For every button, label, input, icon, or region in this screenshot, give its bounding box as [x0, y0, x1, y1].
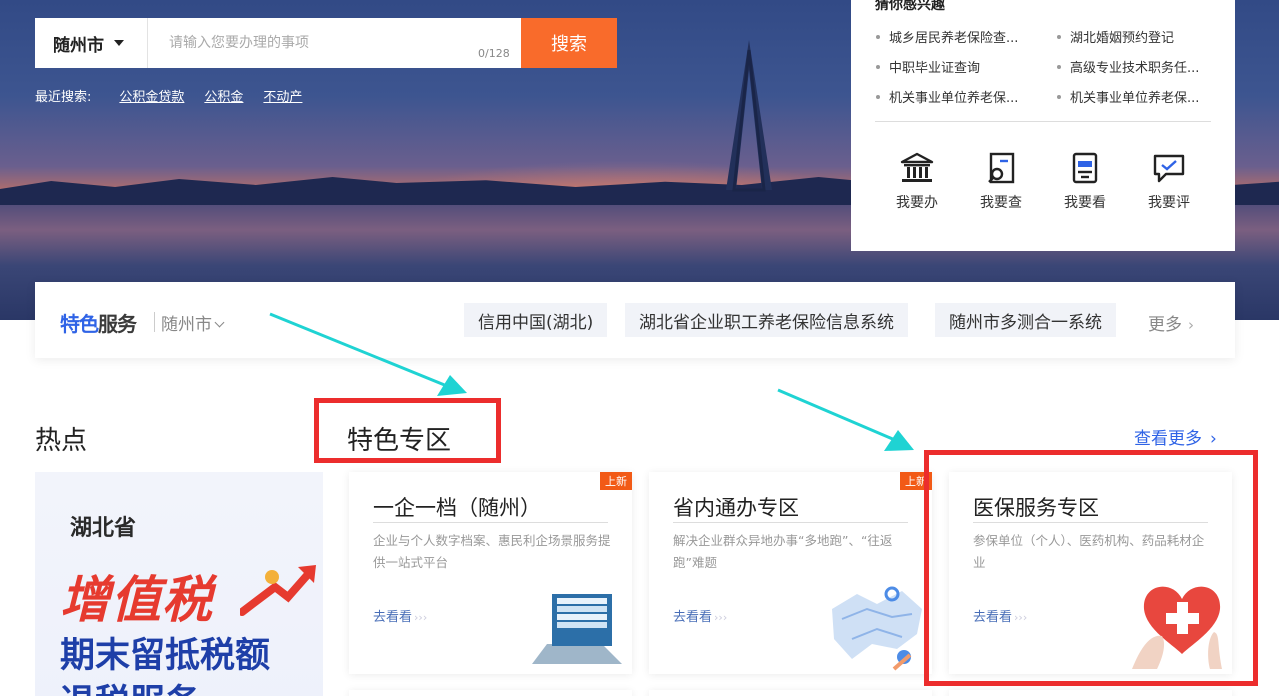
- annotation-arrows: [269, 312, 914, 451]
